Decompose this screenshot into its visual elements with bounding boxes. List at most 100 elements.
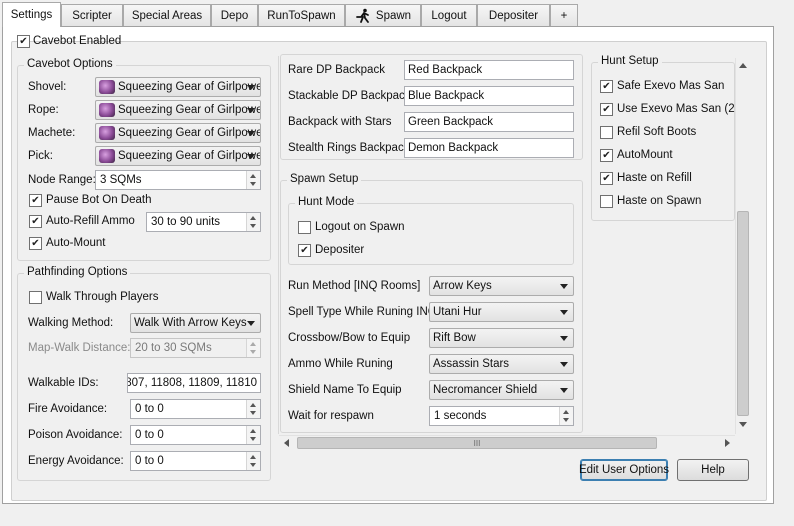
shield-select[interactable]: Necromancer Shield xyxy=(429,380,574,400)
tab-add[interactable]: + xyxy=(550,4,578,26)
fire-avoidance-spinbox[interactable]: 0 to 0 xyxy=(130,399,261,419)
haste-on-spawn-checkbox[interactable] xyxy=(600,195,613,208)
help-button[interactable]: Help xyxy=(677,459,749,481)
wait-respawn-spinbox[interactable]: 1 seconds xyxy=(429,406,574,426)
use-exevo-mas-san-checkbox[interactable]: ✔ xyxy=(600,103,613,116)
haste-on-refill-checkbox[interactable]: ✔ xyxy=(600,172,613,185)
spin-buttons[interactable] xyxy=(246,426,260,444)
arrow-up-icon xyxy=(250,429,256,433)
scrollbar-thumb[interactable] xyxy=(737,211,749,416)
edit-user-options-button[interactable]: Edit User Options xyxy=(579,459,669,481)
use-exevo-mas-san-label: Use Exevo Mas San (2+ xyxy=(617,103,742,115)
tab-logout[interactable]: Logout xyxy=(421,4,477,26)
spin-buttons[interactable] xyxy=(246,400,260,418)
pause-bot-on-death-checkbox[interactable]: ✔ xyxy=(29,194,42,207)
automount-label: AutoMount xyxy=(617,149,673,161)
arrow-down-icon xyxy=(250,224,256,228)
group-title: Hunt Mode xyxy=(295,196,358,208)
haste-on-refill-label: Haste on Refill xyxy=(617,172,692,184)
stealth-rings-backpack-input[interactable]: Demon Backpack xyxy=(404,138,574,158)
horizontal-scrollbar[interactable]: III xyxy=(279,435,735,450)
rope-select[interactable]: Squeezing Gear of Girlpower xyxy=(95,100,261,120)
input-value: Red Backpack xyxy=(408,64,483,76)
shield-label: Shield Name To Equip xyxy=(288,384,402,396)
scroll-up-icon[interactable] xyxy=(739,63,747,68)
refil-soft-boots-checkbox[interactable] xyxy=(600,126,613,139)
backpack-with-stars-label: Backpack with Stars xyxy=(288,116,392,128)
logout-on-spawn-checkbox[interactable] xyxy=(298,221,311,234)
tab-special-areas[interactable]: Special Areas xyxy=(123,4,211,26)
scroll-down-icon[interactable] xyxy=(739,422,747,427)
backpack-with-stars-input[interactable]: Green Backpack xyxy=(404,112,574,132)
crossbow-select[interactable]: Rift Bow xyxy=(429,328,574,348)
arrow-up-icon xyxy=(563,410,569,414)
spin-buttons[interactable] xyxy=(559,407,573,425)
cavebot-enabled-checkbox[interactable]: ✔ xyxy=(17,35,30,48)
scrollbar-thumb-horizontal[interactable]: III xyxy=(297,437,657,449)
arrow-down-icon xyxy=(250,411,256,415)
run-method-select[interactable]: Arrow Keys xyxy=(429,276,574,296)
ammo-select[interactable]: Assassin Stars xyxy=(429,354,574,374)
rare-dp-backpack-input[interactable]: Red Backpack xyxy=(404,60,574,80)
spell-type-label: Spell Type While Runing INQ xyxy=(288,306,437,318)
group-title: Pathfinding Options xyxy=(24,266,131,278)
tab-label: Logout xyxy=(431,9,467,22)
stackable-dp-backpack-input[interactable]: Blue Backpack xyxy=(404,86,574,106)
arrow-down-icon xyxy=(250,350,256,354)
tab-runtospawn[interactable]: RunToSpawn xyxy=(258,4,345,26)
spin-value: 1 seconds xyxy=(434,410,487,422)
auto-refill-ammo-spinbox[interactable]: 30 to 90 units xyxy=(146,212,261,232)
walkable-ids-label: Walkable IDs: xyxy=(28,377,99,389)
machete-label: Machete: xyxy=(28,127,76,139)
ammo-label: Ammo While Runing xyxy=(288,358,393,370)
pick-label: Pick: xyxy=(28,150,53,162)
chevron-down-icon xyxy=(247,85,255,90)
checkmark-icon: ✔ xyxy=(602,149,611,161)
checkmark-icon: ✔ xyxy=(31,237,40,249)
auto-mount-checkbox[interactable]: ✔ xyxy=(29,237,42,250)
select-value: Necromancer Shield xyxy=(433,384,538,396)
shovel-select[interactable]: Squeezing Gear of Girlpower xyxy=(95,77,261,97)
run-method-label: Run Method [INQ Rooms] xyxy=(288,280,421,292)
spin-buttons[interactable] xyxy=(246,452,260,470)
tab-label: RunToSpawn xyxy=(267,9,336,22)
arrow-down-icon xyxy=(563,418,569,422)
fire-avoidance-label: Fire Avoidance: xyxy=(28,403,108,415)
chevron-down-icon xyxy=(560,336,568,341)
checkmark-icon: ✔ xyxy=(19,35,28,47)
tab-scripter[interactable]: Scripter xyxy=(61,4,123,26)
chevron-down-icon xyxy=(247,154,255,159)
automount-checkbox[interactable]: ✔ xyxy=(600,149,613,162)
safe-exevo-mas-san-checkbox[interactable]: ✔ xyxy=(600,80,613,93)
walking-method-label: Walking Method: xyxy=(28,317,114,329)
chevron-down-icon xyxy=(560,362,568,367)
machete-select[interactable]: Squeezing Gear of Girlpower xyxy=(95,123,261,143)
tab-spawn[interactable]: Spawn xyxy=(345,4,421,26)
tab-depositer[interactable]: Depositer xyxy=(477,4,550,26)
scroll-right-icon[interactable] xyxy=(725,439,730,447)
node-range-spinbox[interactable]: 3 SQMs xyxy=(95,170,261,190)
select-value: Walk With Arrow Keys xyxy=(134,317,247,329)
tab-label: Scripter xyxy=(72,9,112,22)
poison-avoidance-spinbox[interactable]: 0 to 0 xyxy=(130,425,261,445)
tab-settings[interactable]: Settings xyxy=(2,2,61,27)
chevron-down-icon xyxy=(247,131,255,136)
walk-through-players-checkbox[interactable] xyxy=(29,291,42,304)
checkmark-icon: ✔ xyxy=(602,172,611,184)
auto-refill-ammo-checkbox[interactable]: ✔ xyxy=(29,215,42,228)
map-walk-distance-label: Map-Walk Distance: xyxy=(28,342,131,354)
spin-buttons[interactable] xyxy=(246,171,260,189)
walking-method-select[interactable]: Walk With Arrow Keys xyxy=(130,313,261,333)
vertical-scrollbar[interactable] xyxy=(735,58,750,434)
tab-depo[interactable]: Depo xyxy=(211,4,258,26)
spin-buttons[interactable] xyxy=(246,213,260,231)
pick-select[interactable]: Squeezing Gear of Girlpower xyxy=(95,146,261,166)
energy-avoidance-spinbox[interactable]: 0 to 0 xyxy=(130,451,261,471)
walkable-ids-input[interactable]: 807, 11808, 11809, 11810 xyxy=(127,373,261,393)
spin-value: 0 to 0 xyxy=(135,403,164,415)
scroll-left-icon[interactable] xyxy=(284,439,289,447)
group-title: Cavebot Options xyxy=(24,58,116,70)
depositer-checkbox[interactable]: ✔ xyxy=(298,244,311,257)
spell-type-select[interactable]: Utani Hur xyxy=(429,302,574,322)
node-range-label: Node Range: xyxy=(28,174,96,186)
